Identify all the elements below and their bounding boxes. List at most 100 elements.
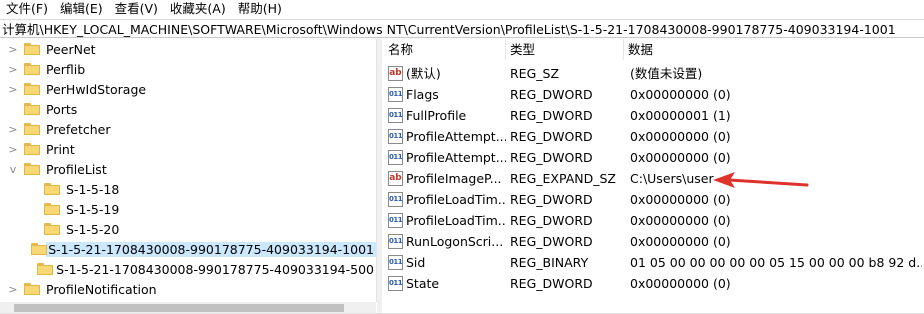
value-row[interactable]: 011 Sid REG_BINARY 01 05 00 00 00 00 00 … — [384, 252, 924, 273]
menu-favorites[interactable]: 收藏夹(A) — [164, 0, 232, 18]
value-name: Sid — [406, 255, 426, 270]
tree-item-label: S-1-5-20 — [66, 221, 120, 237]
menu-file[interactable]: 文件(F) — [0, 0, 54, 18]
binary-value-icon: 011 — [388, 129, 403, 144]
value-type: REG_DWORD — [510, 192, 593, 207]
expand-chevron-icon[interactable]: > — [8, 123, 18, 136]
binary-value-icon: 011 — [388, 150, 403, 165]
tree-item-label: Perflib — [46, 61, 86, 77]
tree-item-profilelist[interactable]: v ProfileList — [0, 159, 376, 179]
folder-icon — [24, 43, 40, 55]
value-row[interactable]: 011 FullProfile REG_DWORD 0x00000001 (1) — [384, 105, 924, 126]
registry-tree[interactable]: > PeerNet > Perflib > PerHwIdStorage Por… — [0, 39, 377, 302]
value-type: REG_DWORD — [510, 87, 593, 102]
value-data: 0x00000000 (0) — [630, 276, 731, 291]
value-name: (默认) — [406, 66, 441, 81]
binary-value-icon: 011 — [388, 213, 403, 228]
value-data: 0x00000000 (0) — [630, 87, 731, 102]
folder-icon — [24, 103, 40, 115]
value-type: REG_DWORD — [510, 150, 593, 165]
value-type: REG_DWORD — [510, 276, 593, 291]
tree-item-label: S-1-5-21-1708430008-990178775-409033194-… — [46, 241, 376, 257]
pane-splitter[interactable] — [377, 39, 382, 314]
tree-item-perflib[interactable]: > Perflib — [0, 59, 376, 79]
collapse-chevron-icon[interactable]: v — [8, 163, 18, 176]
tree-item-label: PeerNet — [46, 41, 96, 57]
menu-view[interactable]: 查看(V) — [109, 0, 164, 18]
tree-item-sid-19[interactable]: S-1-5-19 — [0, 199, 376, 219]
binary-value-icon: 011 — [388, 108, 403, 123]
value-type: REG_DWORD — [510, 213, 593, 228]
folder-icon — [24, 63, 40, 75]
value-row[interactable]: 011 ProfileLoadTim... REG_DWORD 0x000000… — [384, 189, 924, 210]
menu-help[interactable]: 帮助(H) — [232, 0, 288, 18]
scrollbar-thumb[interactable] — [14, 304, 344, 312]
binary-value-icon: 011 — [388, 87, 403, 102]
binary-value-icon: 011 — [388, 276, 403, 291]
value-name: Flags — [406, 87, 439, 102]
arrow-shaft — [727, 178, 809, 187]
tree-item-label: S-1-5-19 — [66, 201, 120, 217]
folder-icon — [24, 163, 40, 175]
value-row[interactable]: 011 ProfileLoadTim... REG_DWORD 0x000000… — [384, 210, 924, 231]
value-row[interactable]: 011 Flags REG_DWORD 0x00000000 (0) — [384, 84, 924, 105]
folder-icon — [24, 123, 40, 135]
value-type: REG_SZ — [510, 66, 560, 81]
value-data: 0x00000000 (0) — [630, 234, 731, 249]
value-name: ProfileLoadTim... — [406, 192, 506, 207]
value-row[interactable]: 011 ProfileAttempt... REG_DWORD 0x000000… — [384, 126, 924, 147]
value-row[interactable]: 011 ProfileAttempt... REG_DWORD 0x000000… — [384, 147, 924, 168]
folder-icon — [44, 203, 60, 215]
folder-icon — [30, 243, 48, 255]
folder-icon — [44, 183, 60, 195]
tree-item-perhwidstorage[interactable]: > PerHwIdStorage — [0, 79, 376, 99]
tree-item-label: Print — [46, 141, 75, 157]
tree-item-ports[interactable]: Ports — [0, 99, 376, 119]
value-data: (数值未设置) — [630, 66, 703, 81]
value-name: State — [406, 276, 440, 291]
menu-edit[interactable]: 编辑(E) — [54, 0, 109, 18]
value-type: REG_DWORD — [510, 108, 593, 123]
value-data: 0x00000000 (0) — [630, 150, 731, 165]
value-row[interactable]: 011 State REG_DWORD 0x00000000 (0) — [384, 273, 924, 294]
address-bar[interactable]: 计算机\HKEY_LOCAL_MACHINE\SOFTWARE\Microsof… — [0, 19, 924, 38]
value-name: ProfileImageP... — [406, 171, 502, 186]
folder-icon — [24, 143, 40, 155]
string-value-icon: ab — [388, 66, 403, 81]
expand-chevron-icon[interactable]: > — [8, 63, 18, 76]
values-list[interactable]: 名称 类型 数据 ab (默认) REG_SZ (数值未设置) 011 Flag… — [384, 39, 924, 314]
column-header-data[interactable]: 数据 — [624, 39, 924, 60]
value-type: REG_DWORD — [510, 234, 593, 249]
value-name: ProfileAttempt... — [406, 150, 506, 165]
tree-item-sid-1001-selected[interactable]: S-1-5-21-1708430008-990178775-409033194-… — [0, 239, 376, 259]
menu-bar: 文件(F) 编辑(E) 查看(V) 收藏夹(A) 帮助(H) — [0, 0, 924, 18]
tree-item-print[interactable]: > Print — [0, 139, 376, 159]
string-value-icon: ab — [388, 171, 403, 186]
binary-value-icon: 011 — [388, 192, 403, 207]
expand-chevron-icon[interactable]: > — [8, 43, 18, 56]
value-row[interactable]: ab ProfileImageP... REG_EXPAND_SZ C:\Use… — [384, 168, 924, 189]
tree-item-label: Prefetcher — [46, 121, 111, 137]
folder-icon — [44, 223, 60, 235]
value-row[interactable]: 011 RunLogonScri... REG_DWORD 0x00000000… — [384, 231, 924, 252]
tree-item-label: PerHwIdStorage — [46, 81, 147, 97]
tree-item-sid-20[interactable]: S-1-5-20 — [0, 219, 376, 239]
tree-item-profilenotification[interactable]: > ProfileNotification — [0, 279, 376, 299]
value-name: FullProfile — [406, 108, 467, 123]
expand-chevron-icon[interactable]: > — [8, 283, 18, 296]
tree-item-label: S-1-5-21-1708430008-990178775-409033194-… — [56, 261, 374, 277]
tree-item-label: ProfileList — [46, 161, 107, 177]
value-data: 0x00000000 (0) — [630, 192, 731, 207]
column-header-type[interactable]: 类型 — [506, 39, 624, 60]
expand-chevron-icon[interactable]: > — [8, 83, 18, 96]
tree-item-label: Ports — [46, 101, 78, 117]
folder-icon — [24, 283, 40, 295]
tree-item-label: ProfileNotification — [46, 281, 157, 297]
tree-item-peernet[interactable]: > PeerNet — [0, 39, 376, 59]
expand-chevron-icon[interactable]: > — [8, 143, 18, 156]
tree-item-sid-18[interactable]: S-1-5-18 — [0, 179, 376, 199]
value-row[interactable]: ab (默认) REG_SZ (数值未设置) — [384, 63, 924, 84]
tree-item-prefetcher[interactable]: > Prefetcher — [0, 119, 376, 139]
column-header-name[interactable]: 名称 — [384, 39, 506, 60]
tree-item-sid-500[interactable]: S-1-5-21-1708430008-990178775-409033194-… — [0, 259, 376, 279]
